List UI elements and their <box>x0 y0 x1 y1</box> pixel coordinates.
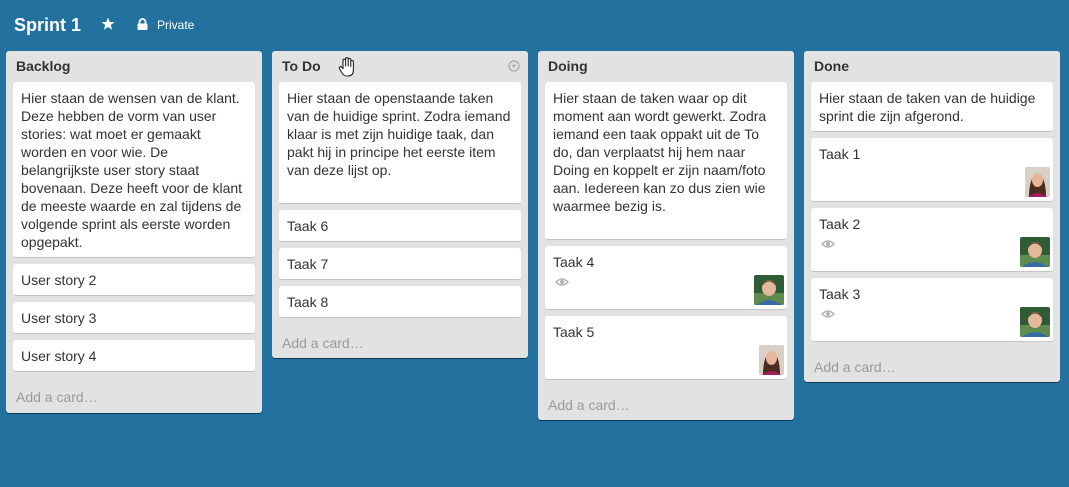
card-title: Hier staan de openstaande taken van de h… <box>287 90 511 178</box>
card-doing-description[interactable]: Hier staan de taken waar op dit moment a… <box>545 82 787 240</box>
eye-icon <box>821 240 835 248</box>
avatar[interactable] <box>754 275 784 305</box>
add-card-link[interactable]: Add a card… <box>282 335 364 351</box>
star-icon[interactable] <box>101 17 115 31</box>
card-taak-4[interactable]: Taak 4 <box>545 246 787 310</box>
hand-cursor-icon <box>338 57 354 77</box>
card-title: Hier staan de taken waar op dit moment a… <box>553 90 767 214</box>
list-title[interactable]: To Do <box>282 58 321 74</box>
card-title: User story 3 <box>21 310 97 326</box>
card-taak-7[interactable]: Taak 7 <box>279 248 521 280</box>
avatar[interactable] <box>1020 307 1050 337</box>
card-title: Taak 4 <box>553 254 595 270</box>
add-card-link[interactable]: Add a card… <box>814 359 896 375</box>
board-header: Sprint 1 Private <box>0 0 1069 50</box>
card-taak-3[interactable]: Taak 3 <box>811 278 1053 342</box>
card-user-story-3[interactable]: User story 3 <box>13 302 255 334</box>
card-taak-1[interactable]: Taak 1 <box>811 138 1053 202</box>
card-taak-2[interactable]: Taak 2 <box>811 208 1053 272</box>
card-title: Taak 1 <box>819 146 861 162</box>
card-title: Hier staan de taken van de huidige sprin… <box>819 90 1036 124</box>
avatar[interactable] <box>759 345 784 375</box>
list-title[interactable]: Doing <box>548 58 588 74</box>
lock-icon <box>137 18 148 30</box>
eye-icon <box>821 310 835 318</box>
avatar[interactable] <box>1025 167 1050 197</box>
board-title[interactable]: Sprint 1 <box>14 13 81 37</box>
avatar[interactable] <box>1020 237 1050 267</box>
list-title[interactable]: Backlog <box>16 58 70 74</box>
card-user-story-4[interactable]: User story 4 <box>13 340 255 372</box>
list-done: Done Hier staan de taken van de huidige … <box>804 51 1060 382</box>
list-doing: Doing Hier staan de taken waar op dit mo… <box>538 51 794 420</box>
card-taak-5[interactable]: Taak 5 <box>545 316 787 380</box>
card-title: Taak 8 <box>287 294 329 310</box>
card-title: Taak 5 <box>553 324 595 340</box>
card-backlog-description[interactable]: Hier staan de wensen van de klant. Deze … <box>13 82 255 258</box>
card-title: Taak 3 <box>819 286 861 302</box>
visibility-toggle[interactable]: Private <box>157 18 194 32</box>
card-title: Taak 2 <box>819 216 861 232</box>
card-title: Taak 7 <box>287 256 329 272</box>
list-menu-icon[interactable] <box>508 60 520 72</box>
card-user-story-2[interactable]: User story 2 <box>13 264 255 296</box>
card-title: Taak 6 <box>287 218 329 234</box>
list-backlog: Backlog Hier staan de wensen van de klan… <box>6 51 262 413</box>
card-title: User story 4 <box>21 348 97 364</box>
card-title: User story 2 <box>21 272 97 288</box>
card-taak-8[interactable]: Taak 8 <box>279 286 521 318</box>
card-done-description[interactable]: Hier staan de taken van de huidige sprin… <box>811 82 1053 132</box>
card-todo-description[interactable]: Hier staan de openstaande taken van de h… <box>279 82 521 204</box>
card-title: Hier staan de wensen van de klant. Deze … <box>21 90 243 250</box>
add-card-link[interactable]: Add a card… <box>548 397 630 413</box>
card-taak-6[interactable]: Taak 6 <box>279 210 521 242</box>
eye-icon <box>555 278 569 286</box>
list-to-do: To Do Hier staan de openstaande taken va… <box>272 51 528 358</box>
list-title[interactable]: Done <box>814 58 849 74</box>
add-card-link[interactable]: Add a card… <box>16 389 98 405</box>
